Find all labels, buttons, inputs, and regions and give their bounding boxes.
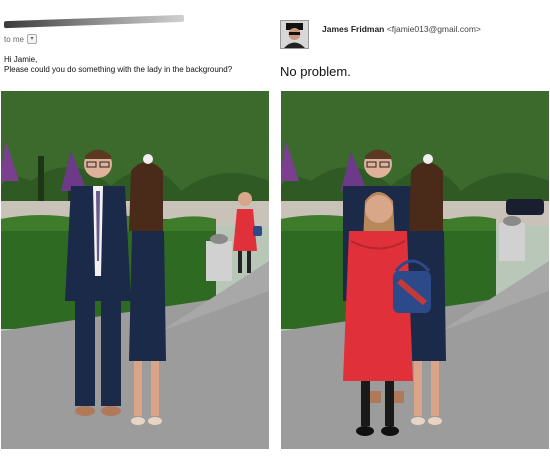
chevron-down-icon[interactable]: ▾ xyxy=(27,34,38,44)
sender-email: <fjamie013@gmail.com> xyxy=(386,24,481,34)
reply-text: No problem. xyxy=(280,64,351,79)
sender-line: James Fridman <fjamie013@gmail.com> xyxy=(322,24,481,34)
request-email: to me ▾ Hi Jamie, Please could you do so… xyxy=(0,0,275,90)
message-body: Please could you do something with the l… xyxy=(4,65,233,74)
recipient-line: to me ▾ xyxy=(4,34,38,44)
original-photo xyxy=(1,91,269,449)
avatar[interactable] xyxy=(280,20,309,49)
edited-photo xyxy=(281,91,549,449)
original-photo-illustration xyxy=(1,91,269,449)
message-greeting: Hi Jamie, xyxy=(4,55,38,64)
edited-photo-illustration xyxy=(281,91,549,449)
sender-name: James Fridman xyxy=(322,24,385,34)
reply-email: James Fridman <fjamie013@gmail.com> No p… xyxy=(280,0,550,90)
to-label: to me xyxy=(4,34,25,44)
redacted-sender xyxy=(4,14,184,29)
